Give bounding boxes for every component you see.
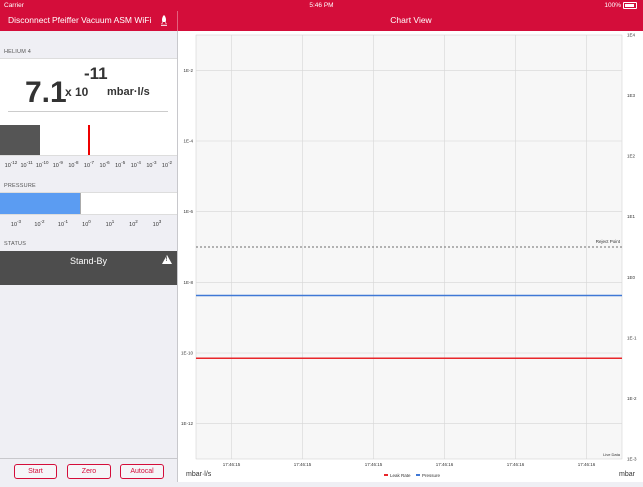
left-tick-label: 1E-4	[183, 139, 193, 144]
right-tick-label: 1E0	[627, 275, 636, 280]
leak-scale-tick: 10-12	[4, 160, 18, 169]
x-tick-label: 17:46:15	[223, 462, 241, 467]
button-bar: Start Zero Autocal	[0, 458, 177, 483]
pressure-scale: 10-3 10-2 10-1 100 101 102 103	[0, 219, 177, 233]
warning-icon[interactable]	[162, 255, 172, 264]
autocal-button[interactable]: Autocal	[120, 464, 164, 479]
right-tick-label: 1E-2	[627, 396, 637, 401]
legend-swatch	[384, 474, 388, 476]
leak-scale-tick: 10-4	[130, 160, 141, 169]
leak-scale-tick: 10-9	[52, 160, 63, 169]
leak-exponent: -11	[84, 64, 108, 83]
leak-reject-marker	[88, 125, 90, 155]
device-name: Pfeiffer Vacuum ASM WiFi	[52, 15, 152, 25]
pressure-scale-tick: 10-1	[57, 219, 69, 228]
right-tick-label: 1E-1	[627, 335, 637, 340]
left-tick-label: 1E-2	[183, 68, 193, 73]
right-tick-label: 1E4	[627, 33, 636, 38]
left-tick-label: 1E-10	[181, 351, 194, 356]
start-button[interactable]: Start	[14, 464, 57, 479]
battery-percent: 100%	[604, 2, 621, 9]
left-tick-label: 1E-6	[183, 209, 193, 214]
leak-scale-tick: 10-5	[115, 160, 126, 169]
page-title: Chart View	[177, 11, 643, 31]
reject-point-label: Reject Point	[596, 239, 621, 244]
leak-unit: mbar·l/s	[107, 86, 150, 98]
nav-left: Disconnect Pfeiffer Vacuum ASM WiFi	[0, 11, 177, 31]
leak-scale-tick: 10-11	[20, 160, 33, 169]
x-tick-label: 17:46:16	[578, 462, 596, 467]
right-tick-label: 1E3	[627, 93, 636, 98]
left-tick-label: 1E-8	[183, 280, 193, 285]
x-tick-label: 17:46:16	[507, 462, 525, 467]
divider	[8, 111, 168, 112]
leak-scale-tick: 10-7	[83, 160, 95, 169]
leak-scale-tick: 10-3	[146, 160, 157, 169]
right-tick-label: 1E-3	[627, 457, 637, 462]
leak-rate-fill	[0, 125, 40, 155]
legend-label: Leak Rate	[390, 473, 411, 478]
pressure-marker	[80, 193, 81, 214]
right-axis-unit: mbar	[619, 471, 636, 478]
pressure-fill	[0, 193, 80, 214]
left-tick-label: 1E-12	[181, 421, 194, 426]
leak-scale-tick: 10-8	[68, 160, 79, 169]
pressure-scale-tick: 100	[82, 219, 91, 228]
status-bar: Carrier 5:46 PM 100%	[0, 0, 643, 11]
right-tick-label: 1E1	[627, 214, 636, 219]
legend-label: Pressure	[422, 473, 441, 478]
battery-status: 100%	[604, 0, 637, 11]
left-axis-unit: mbar·l/s	[186, 471, 212, 478]
rocket-icon[interactable]	[160, 14, 168, 32]
leak-scale-tick: 10-10	[35, 160, 49, 169]
leak-scale-tick: 10-2	[161, 160, 173, 169]
right-tick-label: 1E2	[627, 154, 636, 159]
status-value: Stand-By	[69, 256, 108, 266]
battery-icon	[623, 1, 637, 9]
leak-mantissa: 7.1	[25, 76, 67, 109]
leak-rate-bar	[0, 125, 177, 156]
leak-scale: 10-12 10-11 10-10 10-9 10-8 10-7 10-6 10-5 10-4 1…	[0, 160, 177, 174]
x-tick-label: 17:46:16	[436, 462, 454, 467]
control-panel: HELIUM 4 7.1 x 10 -11 mbar·l/s 10-12 10-1…	[0, 31, 178, 482]
helium-section-label: HELIUM 4	[4, 49, 31, 55]
leak-rate-readout: 7.1 x 10 -11 mbar·l/s	[0, 58, 177, 126]
status-section-label: STATUS	[4, 241, 27, 247]
pressure-scale-tick: 101	[105, 219, 115, 228]
leak-scale-tick: 10-6	[99, 160, 110, 169]
nav-bar: Disconnect Pfeiffer Vacuum ASM WiFi Char…	[0, 11, 643, 31]
chart-area: 1E-2 1E-4 1E-6 1E-8 1E-10 1E-12 1E4 1E3 1E2 1E1 1E…	[178, 31, 643, 482]
pressure-section-label: PRESSURE	[4, 183, 36, 189]
clock: 5:46 PM	[309, 2, 334, 9]
legend-swatch	[416, 474, 420, 476]
disconnect-button[interactable]: Disconnect	[8, 11, 50, 29]
live-data-label: Live Data	[603, 452, 621, 457]
pressure-scale-tick: 10-2	[34, 219, 45, 228]
status-panel: Stand-By	[0, 251, 177, 285]
leak-chart[interactable]: 1E-2 1E-4 1E-6 1E-8 1E-10 1E-12 1E4 1E3 1E2 1E1 1E…	[178, 31, 643, 482]
x-tick-label: 17:46:15	[294, 462, 312, 467]
x-tick-label: 17:46:15	[365, 462, 383, 467]
zero-button[interactable]: Zero	[67, 464, 111, 479]
pressure-scale-tick: 102	[129, 219, 138, 228]
leak-times: x 10	[65, 85, 89, 99]
pressure-bar	[0, 192, 177, 215]
pressure-scale-tick: 103	[152, 219, 162, 228]
pressure-scale-tick: 10-3	[10, 219, 22, 228]
